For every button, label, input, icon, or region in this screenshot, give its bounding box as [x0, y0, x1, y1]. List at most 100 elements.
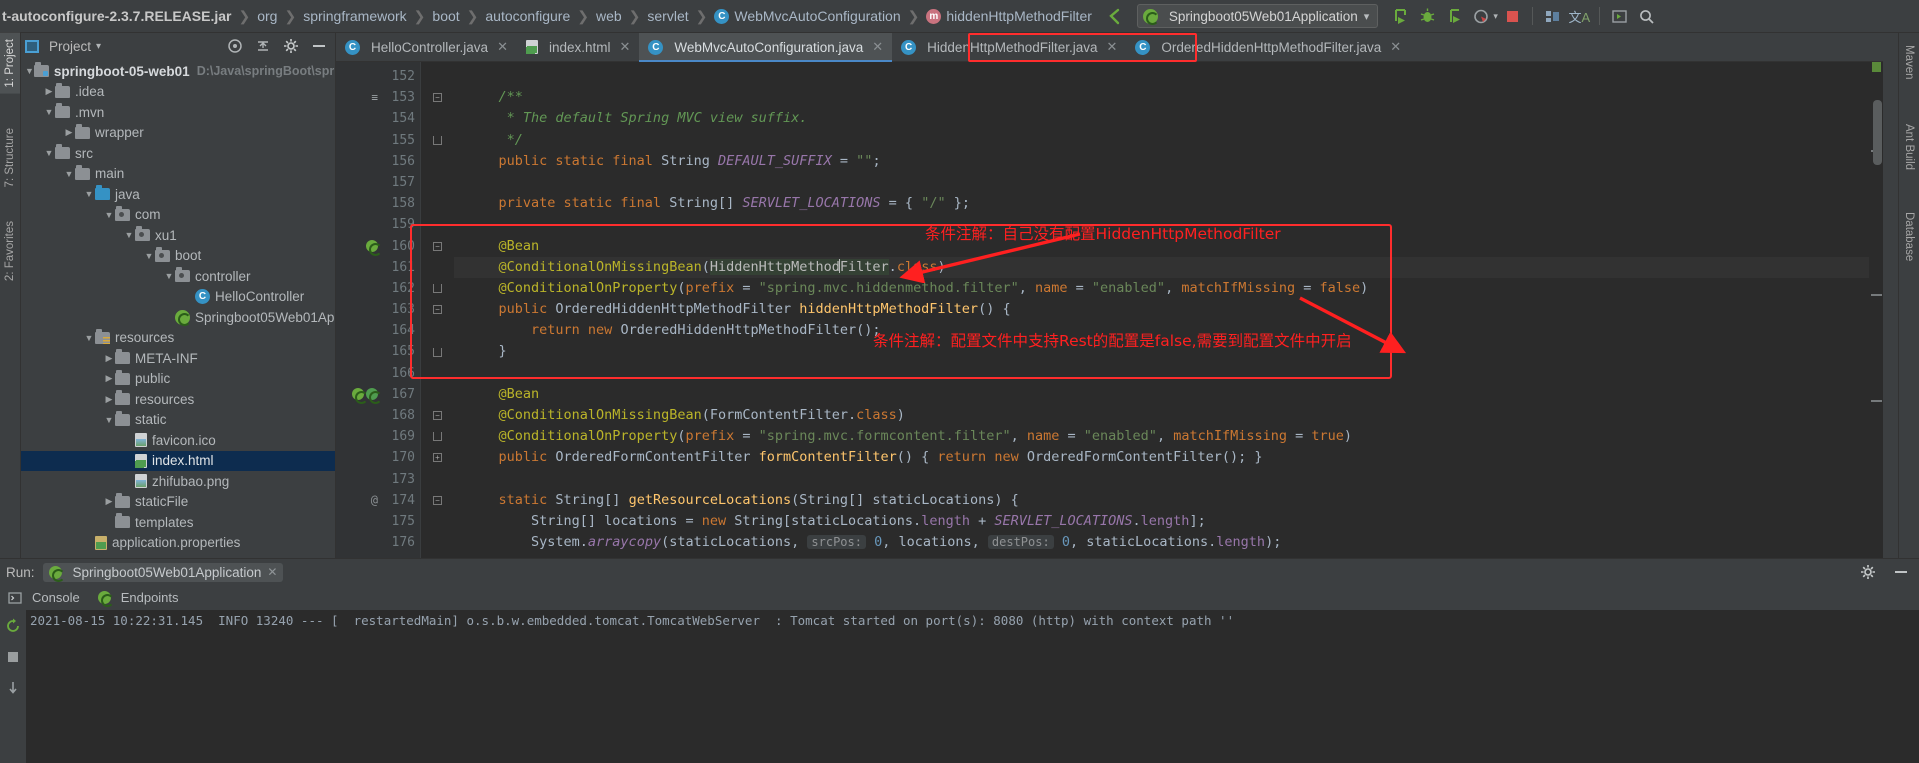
sidebar-item-project[interactable]: 1: Project [0, 33, 20, 94]
close-icon[interactable]: ✕ [872, 39, 883, 55]
sidebar-item-favorites[interactable]: 2: Favorites [0, 215, 20, 287]
back-arrow-icon[interactable] [1102, 4, 1127, 28]
close-icon[interactable]: ✕ [497, 39, 508, 55]
editor-gutter[interactable]: 152 ≡ 153 154 155 156 157 158 159 160 16… [336, 62, 420, 558]
tab-console[interactable]: Console [8, 590, 80, 605]
profiler-button[interactable] [1469, 4, 1494, 28]
fold-marker[interactable]: − [421, 299, 454, 320]
tree-item-java[interactable]: ▼ java [21, 184, 335, 205]
terminal-button[interactable] [1607, 4, 1632, 28]
tree-item-static[interactable]: ▼ static [21, 410, 335, 431]
breadcrumb-item-class[interactable]: C WebMvcAutoConfiguration [714, 8, 901, 24]
chevron-down-icon[interactable]: ▼ [43, 148, 55, 158]
translate-button[interactable]: 文A [1567, 4, 1592, 28]
tree-item-idea[interactable]: ▶ .idea [21, 82, 335, 103]
breadcrumb-item-autoconfigure[interactable]: autoconfigure [485, 8, 570, 24]
project-tree[interactable]: ▼ springboot-05-web01 D:\Java\springBoot… [21, 59, 335, 558]
build-project-button[interactable] [1540, 4, 1565, 28]
sidebar-item-maven[interactable]: Maven [1899, 39, 1919, 86]
tab-orderedhiddenhttpmethodfilter-java[interactable]: C OrderedHiddenHttpMethodFilter.java ✕ [1126, 33, 1410, 61]
tree-item-hellocontroller[interactable]: C HelloController [21, 287, 335, 308]
chevron-down-icon[interactable]: ▼ [103, 415, 115, 425]
tree-item-resources[interactable]: ▶ resources [21, 389, 335, 410]
indent-guide-icon[interactable]: ≡ [371, 87, 378, 108]
run-coverage-button[interactable] [1442, 4, 1467, 28]
editor-text[interactable]: /** * The default Spring MVC view suffix… [454, 62, 1883, 558]
chevron-right-icon[interactable]: ▶ [43, 86, 55, 97]
tab-endpoints[interactable]: Endpoints [97, 590, 179, 607]
chevron-right-icon[interactable]: ▶ [103, 353, 115, 364]
chevron-down-icon[interactable]: ▼ [123, 230, 135, 240]
chevron-down-icon[interactable]: ▾ [96, 41, 101, 52]
collapse-all-button[interactable] [250, 34, 275, 58]
run-console-output[interactable]: 2021-08-15 10:22:31.145 INFO 13240 --- [… [26, 610, 1919, 763]
code-editor[interactable]: 152 ≡ 153 154 155 156 157 158 159 160 16… [336, 62, 1883, 558]
breadcrumb-item-servlet[interactable]: servlet [647, 8, 688, 24]
fold-marker[interactable]: − [421, 405, 454, 426]
breadcrumb-item-springframework[interactable]: springframework [303, 8, 406, 24]
breadcrumb-item-org[interactable]: org [257, 8, 277, 24]
fold-end-marker[interactable] [421, 341, 454, 362]
tree-item-application-properties[interactable]: application.properties [21, 533, 335, 554]
tree-item-xu1[interactable]: ▼ xu1 [21, 225, 335, 246]
fold-marker[interactable]: + [421, 447, 454, 468]
breadcrumb-item-method[interactable]: m hiddenHttpMethodFilter [926, 8, 1092, 24]
trace-button[interactable] [1, 676, 26, 700]
editor-marker-column[interactable] [1869, 62, 1883, 558]
chevron-down-icon[interactable]: ▼ [83, 189, 95, 199]
tree-item-meta-inf[interactable]: ▶ META-INF [21, 348, 335, 369]
tree-item-main[interactable]: ▼ main [21, 164, 335, 185]
tree-item-wrapper[interactable]: ▶ wrapper [21, 123, 335, 144]
tab-index-html[interactable]: H index.html ✕ [517, 33, 639, 61]
hide-run-panel[interactable] [1888, 560, 1913, 584]
chevron-right-icon[interactable]: ▶ [103, 496, 115, 507]
locate-in-tree-button[interactable] [222, 34, 247, 58]
fold-end-marker[interactable] [421, 278, 454, 299]
tree-item-com[interactable]: ▼ com [21, 205, 335, 226]
stop-button[interactable] [1500, 4, 1525, 28]
tab-hiddenhttpmethodfilter-java[interactable]: C HiddenHttpMethodFilter.java ✕ [892, 33, 1126, 61]
tab-hellocontroller-java[interactable]: C HelloController.java ✕ [336, 33, 517, 61]
rerun-button[interactable] [1, 614, 26, 638]
tree-item-src[interactable]: ▼ src [21, 143, 335, 164]
breadcrumb-item-boot[interactable]: boot [432, 8, 459, 24]
hide-panel-button[interactable] [306, 34, 331, 58]
chevron-right-icon[interactable]: ▶ [103, 394, 115, 405]
close-icon[interactable]: ✕ [620, 39, 631, 55]
close-icon[interactable]: ✕ [1107, 39, 1118, 55]
fold-end-marker[interactable] [421, 426, 454, 447]
tree-item-resources-root[interactable]: ▼ resources [21, 328, 335, 349]
usages-gutter-icon[interactable]: @ [371, 490, 378, 511]
search-everywhere-button[interactable] [1634, 4, 1659, 28]
tree-item-index-html[interactable]: H index.html [21, 450, 335, 471]
chevron-right-icon[interactable]: ▶ [63, 127, 75, 138]
chevron-down-icon[interactable]: ▼ [163, 271, 175, 281]
tree-item-templates[interactable]: templates [21, 512, 335, 533]
chevron-down-icon[interactable]: ▼ [83, 333, 95, 343]
bean-gutter-icon[interactable] [352, 384, 382, 405]
stop-run-button[interactable] [1, 645, 26, 669]
warning-marker[interactable] [1872, 62, 1881, 72]
run-configuration-selector[interactable]: Springboot05Web01Application ▾ [1136, 4, 1379, 28]
chevron-down-icon[interactable]: ▼ [103, 210, 115, 220]
tree-item-public[interactable]: ▶ public [21, 369, 335, 390]
tree-item-staticfile[interactable]: ▶ staticFile [21, 492, 335, 513]
chevron-down-icon[interactable]: ▼ [143, 251, 155, 261]
debug-button[interactable] [1415, 4, 1440, 28]
sidebar-item-structure[interactable]: 7: Structure [0, 122, 20, 193]
close-icon[interactable]: ✕ [1390, 39, 1401, 55]
run-button[interactable] [1388, 4, 1413, 28]
sidebar-item-database[interactable]: Database [1899, 206, 1919, 267]
tree-item-favicon[interactable]: favicon.ico [21, 430, 335, 451]
close-icon[interactable]: ✕ [267, 565, 277, 579]
breadcrumb-item-web[interactable]: web [596, 8, 622, 24]
editor-vertical-scrollbar[interactable] [1873, 100, 1882, 165]
tree-item-controller[interactable]: ▼ controller [21, 266, 335, 287]
profiler-dropdown-icon[interactable]: ▾ [1493, 11, 1498, 22]
run-config-tab[interactable]: Springboot05Web01Application ✕ [42, 562, 284, 582]
chevron-down-icon[interactable]: ▼ [43, 107, 55, 117]
tree-item-boot[interactable]: ▼ boot [21, 246, 335, 267]
chevron-down-icon[interactable]: ▼ [63, 169, 75, 179]
sidebar-item-ant-build[interactable]: Ant Build [1899, 118, 1919, 176]
bean-gutter-icon[interactable] [366, 236, 382, 257]
